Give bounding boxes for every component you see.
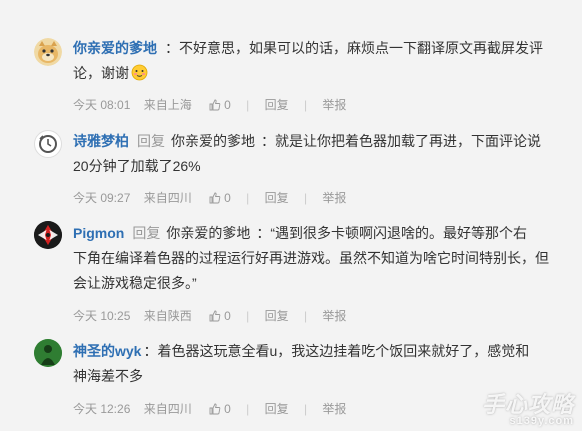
thumbs-up-icon (209, 99, 221, 111)
separator: | (246, 190, 250, 205)
like-button[interactable]: 0 (209, 400, 231, 417)
green-figure-avatar-icon (34, 339, 62, 367)
comment-text: 神圣的wyk ：着色器这玩意全看u，我这边挂着吃个饭回来就好了，感觉和 神海差不多 (73, 339, 553, 389)
username-link[interactable]: 神圣的wyk (73, 343, 141, 359)
clock-avatar-icon (39, 135, 57, 153)
site-watermark: 手心攻略 s139y.com (482, 387, 574, 427)
username-link[interactable]: 诗雅梦柏 (73, 133, 129, 149)
comment-body-cont: 下角在编译着色器的过程运行好再进游戏。虽然不知道为啥它时间特别长，但 (73, 250, 549, 266)
report-button[interactable]: 举报 (322, 401, 346, 417)
blush-emoji-icon (131, 64, 148, 81)
doge-avatar-icon (34, 38, 62, 66)
avatar[interactable] (34, 339, 62, 367)
comment-time: 今天 09:27 (73, 190, 131, 205)
comment-time: 今天 12:26 (73, 401, 131, 416)
avatar[interactable] (34, 130, 62, 158)
comment-body: ：着色器这玩意全看u，我这边挂着吃个饭回来就好了，感觉和 (143, 343, 530, 359)
separator: | (246, 308, 250, 323)
like-button[interactable]: 0 (209, 189, 231, 206)
separator: | (303, 97, 308, 112)
report-button[interactable]: 举报 (322, 97, 346, 113)
avatar[interactable] (34, 221, 62, 249)
reply-target-link[interactable]: 你亲爱的爹地 (166, 225, 250, 241)
comment-body-cont: 论，谢谢 (73, 65, 129, 81)
thumbs-up-icon (209, 310, 221, 322)
comment-meta: 今天 08:01 来自上海 0 | 回复 | 举报 (73, 96, 346, 112)
thumbs-up-icon (209, 403, 221, 415)
comment-text: Pigmon 回复 你亲爱的爹地 ：“遇到很多卡顿啊闪退啥的。最好等那个右 下角在编译… (73, 221, 553, 296)
like-button[interactable]: 0 (209, 96, 231, 113)
comment-time: 今天 08:01 (73, 97, 131, 112)
reply-label: 回复 (137, 133, 165, 149)
like-count: 0 (224, 98, 231, 113)
comment-text: 诗雅梦柏 回复 你亲爱的爹地 ：就是让你把着色器加载了再进，下面评论说 20分钟了加载… (73, 129, 553, 179)
thumbs-up-icon (209, 192, 221, 204)
reply-label: 回复 (132, 225, 161, 241)
comment-location: 来自四川 (143, 401, 192, 416)
like-count: 0 (224, 191, 231, 206)
report-button[interactable]: 举报 (322, 308, 346, 324)
umbrella-avatar-icon (34, 221, 62, 249)
comment-body-cont: 会让游戏稳定很多。” (73, 275, 197, 291)
comment-body: ：不好意思，如果可以的话，麻烦点一下翻译原文再截屏发评 (165, 40, 543, 56)
separator: | (246, 401, 250, 416)
comment-meta: 今天 10:25 来自陕西 0 | 回复 | 举报 (73, 307, 346, 323)
comment-location: 来自陕西 (143, 308, 192, 323)
comment-meta: 今天 12:26 来自四川 0 | 回复 | 举报 (73, 400, 346, 416)
separator: | (303, 190, 308, 205)
comment-body-cont: 神海差不多 (73, 368, 143, 384)
like-count: 0 (224, 402, 231, 417)
separator: | (246, 97, 250, 112)
avatar[interactable] (34, 38, 62, 66)
like-button[interactable]: 0 (209, 307, 231, 324)
reply-button[interactable]: 回复 (265, 401, 289, 417)
separator: | (303, 308, 308, 323)
comment-location: 来自上海 (143, 97, 192, 112)
comment-meta: 今天 09:27 来自四川 0 | 回复 | 举报 (73, 189, 346, 205)
report-button[interactable]: 举报 (322, 190, 346, 206)
reply-target-link[interactable]: 你亲爱的爹地 (171, 133, 255, 149)
username-link[interactable]: Pigmon (73, 225, 124, 241)
username-link[interactable]: 你亲爱的爹地 (73, 40, 157, 56)
reply-button[interactable]: 回复 (265, 97, 289, 113)
comment-location: 来自四川 (143, 190, 192, 205)
comment-body: ：“遇到很多卡顿啊闪退啥的。最好等那个右 (256, 225, 528, 241)
reply-button[interactable]: 回复 (265, 190, 289, 206)
comment-text: 你亲爱的爹地 ：不好意思，如果可以的话，麻烦点一下翻译原文再截屏发评 论，谢谢 (73, 36, 553, 86)
comment-time: 今天 10:25 (73, 308, 131, 323)
comment-body-cont: 20分钟了加载了26% (73, 158, 201, 174)
comment-list: 你亲爱的爹地 ：不好意思，如果可以的话，麻烦点一下翻译原文再截屏发评 论，谢谢 今… (0, 0, 582, 431)
like-count: 0 (224, 309, 231, 324)
separator: | (303, 401, 308, 416)
comment-body: ：就是让你把着色器加载了再进，下面评论说 (261, 133, 541, 149)
reply-button[interactable]: 回复 (265, 308, 289, 324)
